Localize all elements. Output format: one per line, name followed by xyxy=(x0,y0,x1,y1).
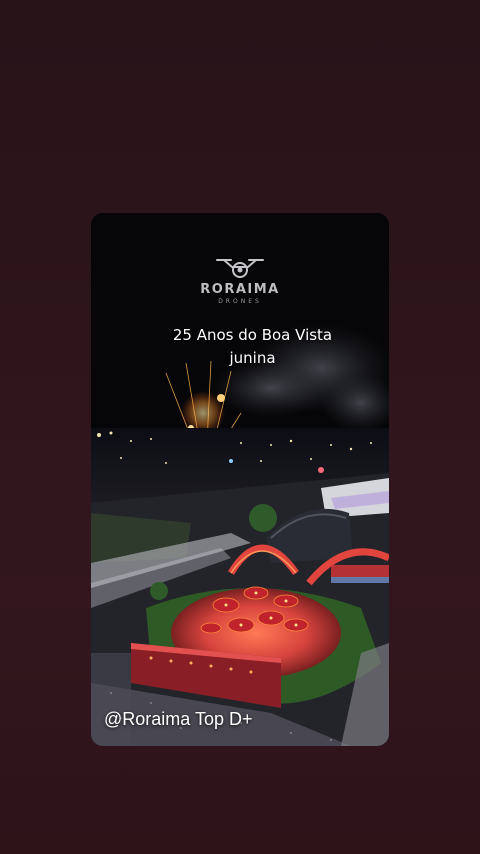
account-handle[interactable]: @Roraima Top D+ xyxy=(104,709,253,730)
story-headline: 25 Anos do Boa Vista junina xyxy=(131,324,374,370)
story-card[interactable]: RORAIMA DRONES 25 Anos do Boa Vista juni… xyxy=(91,213,389,746)
logo-name: RORAIMA xyxy=(200,282,280,297)
drone-icon xyxy=(91,257,389,279)
roraima-drones-logo: RORAIMA DRONES xyxy=(91,257,389,305)
headline-line-2: junina xyxy=(229,349,276,367)
headline-line-1: 25 Anos do Boa Vista xyxy=(172,326,333,344)
logo-subtitle: DRONES xyxy=(218,298,262,305)
